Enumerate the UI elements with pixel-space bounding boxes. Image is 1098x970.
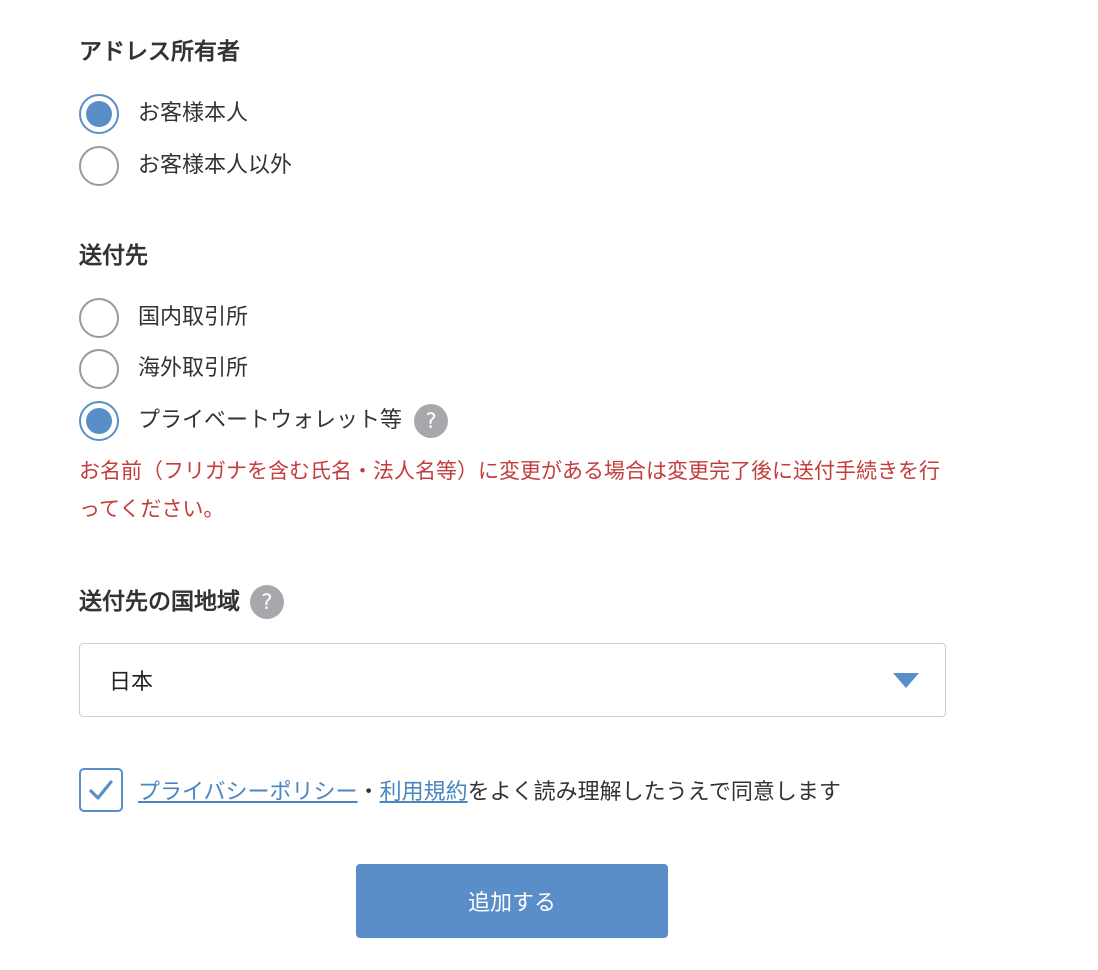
destination-option-overseas[interactable]: 海外取引所 — [79, 347, 248, 391]
destination-option-domestic-label: 国内取引所 — [138, 305, 249, 330]
checkmark-icon — [89, 780, 113, 800]
help-icon[interactable]: ? — [250, 585, 284, 619]
agreement-suffix: をよく読み理解したうえで同意します — [467, 780, 841, 805]
owner-option-self-label: お客様本人 — [138, 101, 249, 126]
privacy-policy-link[interactable]: プライバシーポリシー — [138, 780, 358, 805]
destination-option-private-wallet[interactable]: プライベートウォレット等 ? — [79, 399, 449, 443]
radio-unselected-icon[interactable] — [79, 349, 119, 389]
dropdown-arrow-icon — [893, 673, 919, 688]
owner-option-other-label: お客様本人以外 — [138, 153, 293, 178]
destination-option-overseas-label: 海外取引所 — [138, 356, 249, 381]
agreement-text: プライバシーポリシー・利用規約をよく読み理解したうえで同意します — [138, 774, 841, 806]
destination-option-domestic[interactable]: 国内取引所 — [79, 296, 248, 340]
add-button[interactable]: 追加する — [356, 864, 668, 938]
help-icon[interactable]: ? — [414, 404, 449, 438]
country-section-title-text: 送付先の国地域 — [79, 589, 240, 615]
destination-option-private-wallet-label: プライベートウォレット等 — [138, 408, 403, 433]
agreement-row: プライバシーポリシー・利用規約をよく読み理解したうえで同意します — [79, 768, 841, 812]
terms-of-use-link[interactable]: 利用規約 — [380, 780, 468, 805]
radio-selected-icon[interactable] — [79, 94, 119, 134]
owner-section-title: アドレス所有者 — [79, 39, 240, 65]
country-section-title: 送付先の国地域 ? — [79, 585, 284, 619]
destination-section-title: 送付先 — [79, 243, 148, 269]
owner-option-self[interactable]: お客様本人 — [79, 92, 248, 136]
agreement-checkbox[interactable] — [79, 768, 123, 812]
country-select[interactable]: 日本 — [79, 643, 946, 717]
owner-option-other[interactable]: お客様本人以外 — [79, 144, 292, 188]
radio-selected-icon[interactable] — [79, 401, 119, 441]
agreement-separator: ・ — [357, 780, 380, 805]
name-change-notice: お名前（フリガナを含む氏名・法人名等）に変更がある場合は変更完了後に送付手続きを… — [79, 459, 940, 521]
country-select-value: 日本 — [109, 670, 154, 695]
radio-unselected-icon[interactable] — [79, 298, 119, 338]
radio-unselected-icon[interactable] — [79, 146, 119, 186]
